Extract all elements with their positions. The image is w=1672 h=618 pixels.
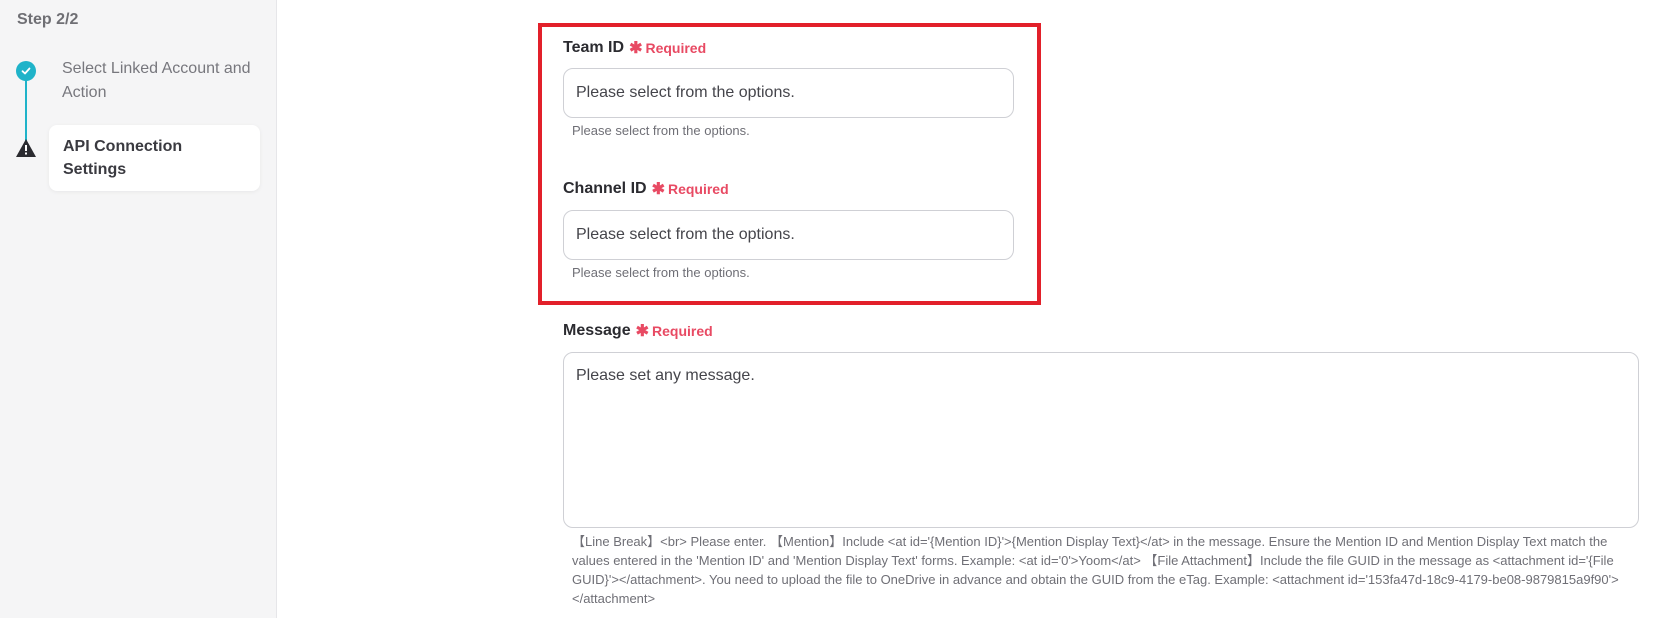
step-indicator: Step 2/2 <box>17 11 79 28</box>
message-textarea[interactable]: Please set any message. <box>563 352 1639 528</box>
step-api-connection-settings[interactable]: API Connection Settings <box>49 125 260 191</box>
required-asterisk-icon: ✱ <box>651 181 665 198</box>
check-circle-icon <box>16 61 36 81</box>
channel-id-select[interactable]: Please select from the options. <box>563 210 1014 260</box>
required-badge: ✱ Required <box>629 40 707 57</box>
team-id-label: Team ID <box>563 39 625 56</box>
team-id-help: Please select from the options. <box>572 123 750 138</box>
step-connector-line <box>25 72 27 146</box>
required-asterisk-icon: ✱ <box>629 40 643 57</box>
channel-id-help: Please select from the options. <box>572 265 750 280</box>
required-asterisk-icon: ✱ <box>635 323 649 340</box>
message-label: Message <box>563 322 631 339</box>
message-help: 【Line Break】<br> Please enter. 【Mention】… <box>572 534 1619 606</box>
channel-id-label-row: Channel ID ✱ Required <box>563 179 729 199</box>
channel-id-label: Channel ID <box>563 180 647 197</box>
team-id-select[interactable]: Please select from the options. <box>563 68 1014 118</box>
sidebar: Step 2/2 Select Linked Account and Actio… <box>0 0 277 618</box>
warning-triangle-icon <box>15 138 37 158</box>
required-badge: ✱ Required <box>635 323 713 340</box>
required-badge: ✱ Required <box>651 181 729 198</box>
message-label-row: Message ✱ Required <box>563 321 713 341</box>
step-api-connection-label: API Connection Settings <box>63 138 183 178</box>
highlight-annotation-box <box>538 23 1041 305</box>
step-select-linked-account[interactable]: Select Linked Account and Action <box>62 57 262 105</box>
team-id-label-row: Team ID ✱ Required <box>563 38 706 58</box>
